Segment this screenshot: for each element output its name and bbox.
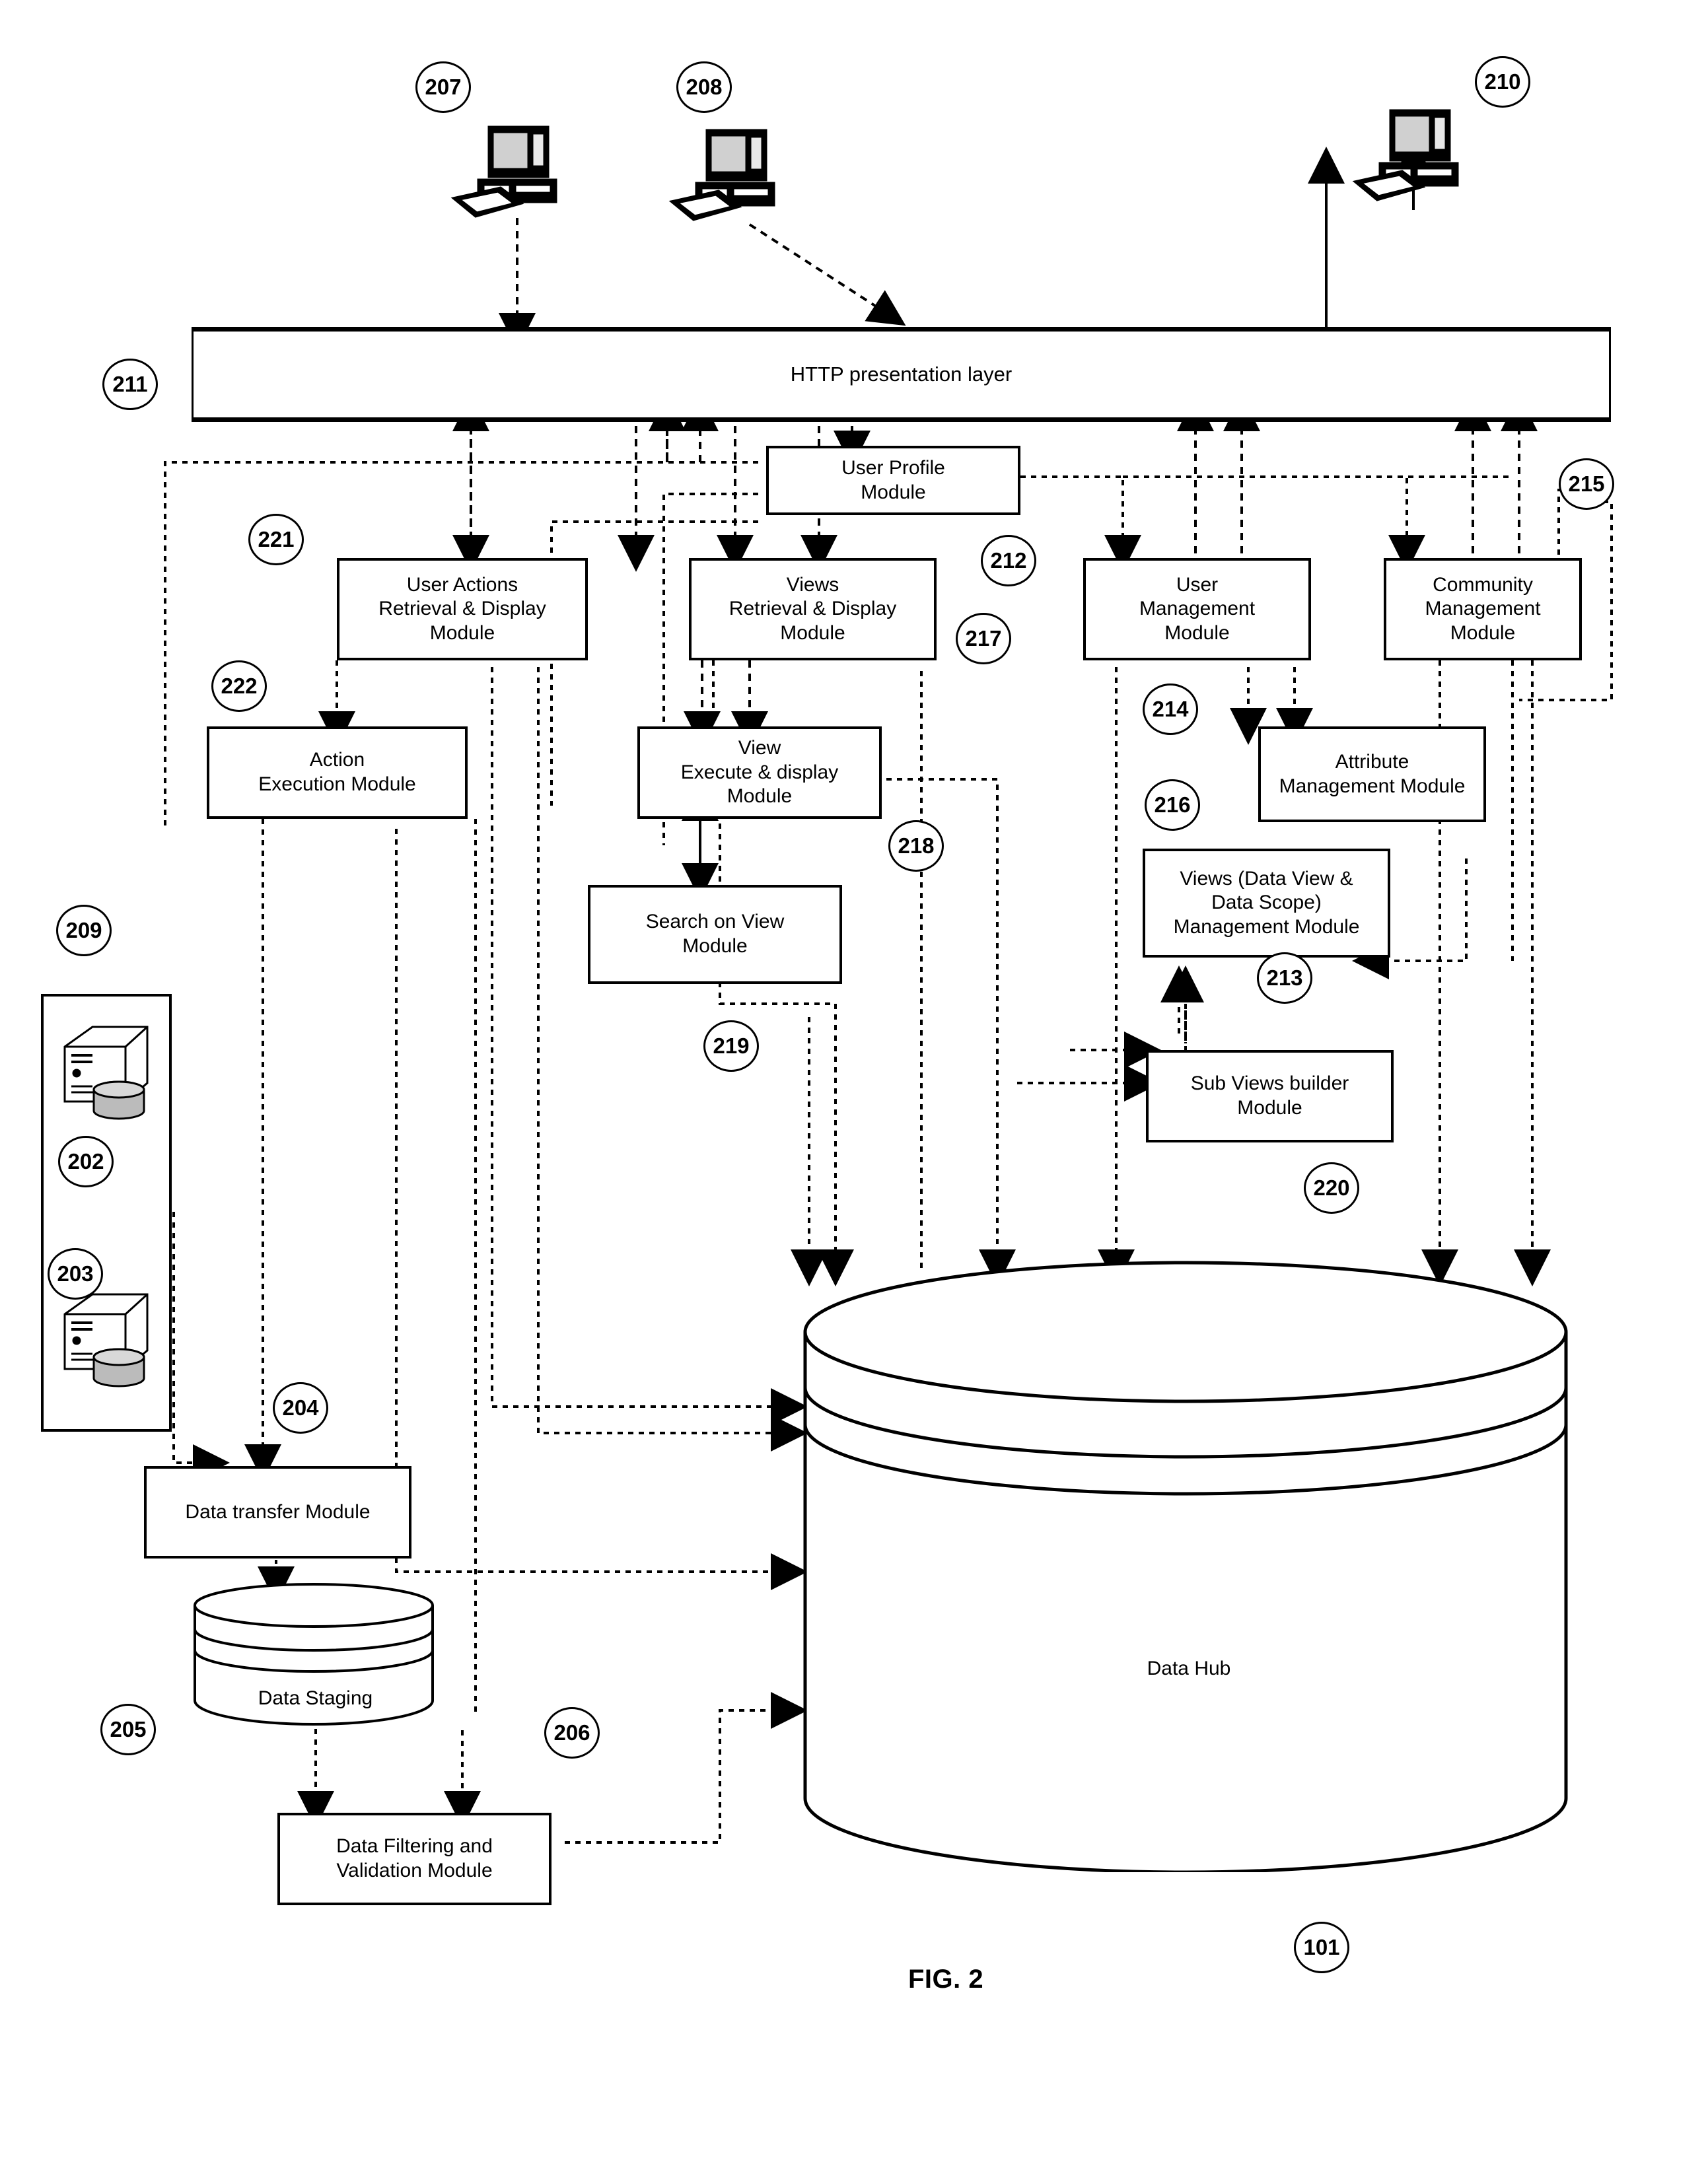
module-user-profile[interactable]: User Profile Module <box>766 446 1020 515</box>
module-action-execution-label: Action Execution Module <box>258 749 416 795</box>
ref-callout-217: 217 <box>956 613 1011 664</box>
ref-callout-215: 215 <box>1559 458 1614 510</box>
module-views-retrieval-label: Views Retrieval & Display Module <box>729 573 897 644</box>
ref-callout-202: 202 <box>58 1136 114 1187</box>
ref-callout-218: 218 <box>888 820 944 872</box>
ref-callout-101: 101 <box>1294 1922 1349 1973</box>
ref-callout-213: 213 <box>1257 952 1312 1004</box>
module-user-actions-label: User Actions Retrieval & Display Module <box>378 573 546 644</box>
module-view-execute-label: View Execute & display Module <box>680 737 839 808</box>
ref-callout-205: 205 <box>100 1704 156 1755</box>
module-views-retrieval-display[interactable]: Views Retrieval & Display Module <box>689 558 937 660</box>
store-data-staging: Data Staging <box>188 1582 443 1734</box>
store-data-hub: Data Hub <box>796 1258 1582 1874</box>
ref-callout-207: 207 <box>415 61 471 113</box>
client-workstation-2-icon <box>667 122 799 228</box>
module-user-profile-label: User Profile Module <box>841 456 945 503</box>
ref-callout-221: 221 <box>248 514 304 565</box>
module-community-management-label: Community Management Module <box>1425 573 1541 644</box>
module-data-transfer[interactable]: Data transfer Module <box>144 1466 411 1559</box>
source-database-server-1-icon <box>52 1010 167 1129</box>
ref-callout-219: 219 <box>703 1020 759 1072</box>
module-search-on-view-label: Search on View Module <box>645 911 785 957</box>
ref-callout-220: 220 <box>1304 1162 1359 1214</box>
ref-callout-209: 209 <box>56 905 112 956</box>
module-user-management-label: User Management Module <box>1139 573 1256 644</box>
ref-callout-203: 203 <box>48 1248 103 1300</box>
module-data-filtering-validation[interactable]: Data Filtering and Validation Module <box>277 1813 552 1905</box>
ref-callout-210: 210 <box>1475 56 1530 108</box>
client-workstation-3-icon <box>1351 102 1483 208</box>
module-view-execute-display[interactable]: View Execute & display Module <box>637 726 882 819</box>
module-views-management-label: Views (Data View & Data Scope) Managemen… <box>1173 867 1360 938</box>
module-user-management[interactable]: User Management Module <box>1083 558 1311 660</box>
module-community-management[interactable]: Community Management Module <box>1384 558 1582 660</box>
ref-callout-212: 212 <box>981 535 1036 586</box>
ref-callout-208: 208 <box>676 61 732 113</box>
ref-callout-206: 206 <box>544 1707 600 1759</box>
figure-caption: FIG. 2 <box>908 1965 984 1994</box>
module-sub-views-builder-label: Sub Views builder Module <box>1190 1072 1349 1119</box>
module-user-actions-retrieval-display[interactable]: User Actions Retrieval & Display Module <box>337 558 588 660</box>
ref-callout-216: 216 <box>1145 779 1200 831</box>
module-data-transfer-label: Data transfer Module <box>185 1500 371 1523</box>
module-action-execution[interactable]: Action Execution Module <box>207 726 468 819</box>
client-workstation-1-icon <box>449 119 581 225</box>
module-sub-views-builder[interactable]: Sub Views builder Module <box>1146 1050 1394 1142</box>
module-data-filtering-label: Data Filtering and Validation Module <box>336 1835 493 1881</box>
http-presentation-layer-label: HTTP presentation layer <box>790 363 1013 386</box>
ref-callout-222: 222 <box>211 660 267 712</box>
module-attribute-management[interactable]: Attribute Management Module <box>1258 726 1486 822</box>
store-data-hub-label: Data Hub <box>1147 1658 1231 1679</box>
patent-figure-sheet: 207 208 210 211 221 222 212 217 218 219 … <box>0 0 1708 2172</box>
store-data-staging-label: Data Staging <box>258 1687 373 1709</box>
module-views-data-view-scope-management[interactable]: Views (Data View & Data Scope) Managemen… <box>1143 849 1390 958</box>
http-presentation-layer[interactable]: HTTP presentation layer <box>192 327 1611 422</box>
ref-callout-204: 204 <box>273 1382 328 1434</box>
ref-callout-214: 214 <box>1143 683 1198 735</box>
module-attribute-management-label: Attribute Management Module <box>1279 750 1466 797</box>
ref-callout-211: 211 <box>102 359 158 410</box>
module-search-on-view[interactable]: Search on View Module <box>588 885 842 984</box>
